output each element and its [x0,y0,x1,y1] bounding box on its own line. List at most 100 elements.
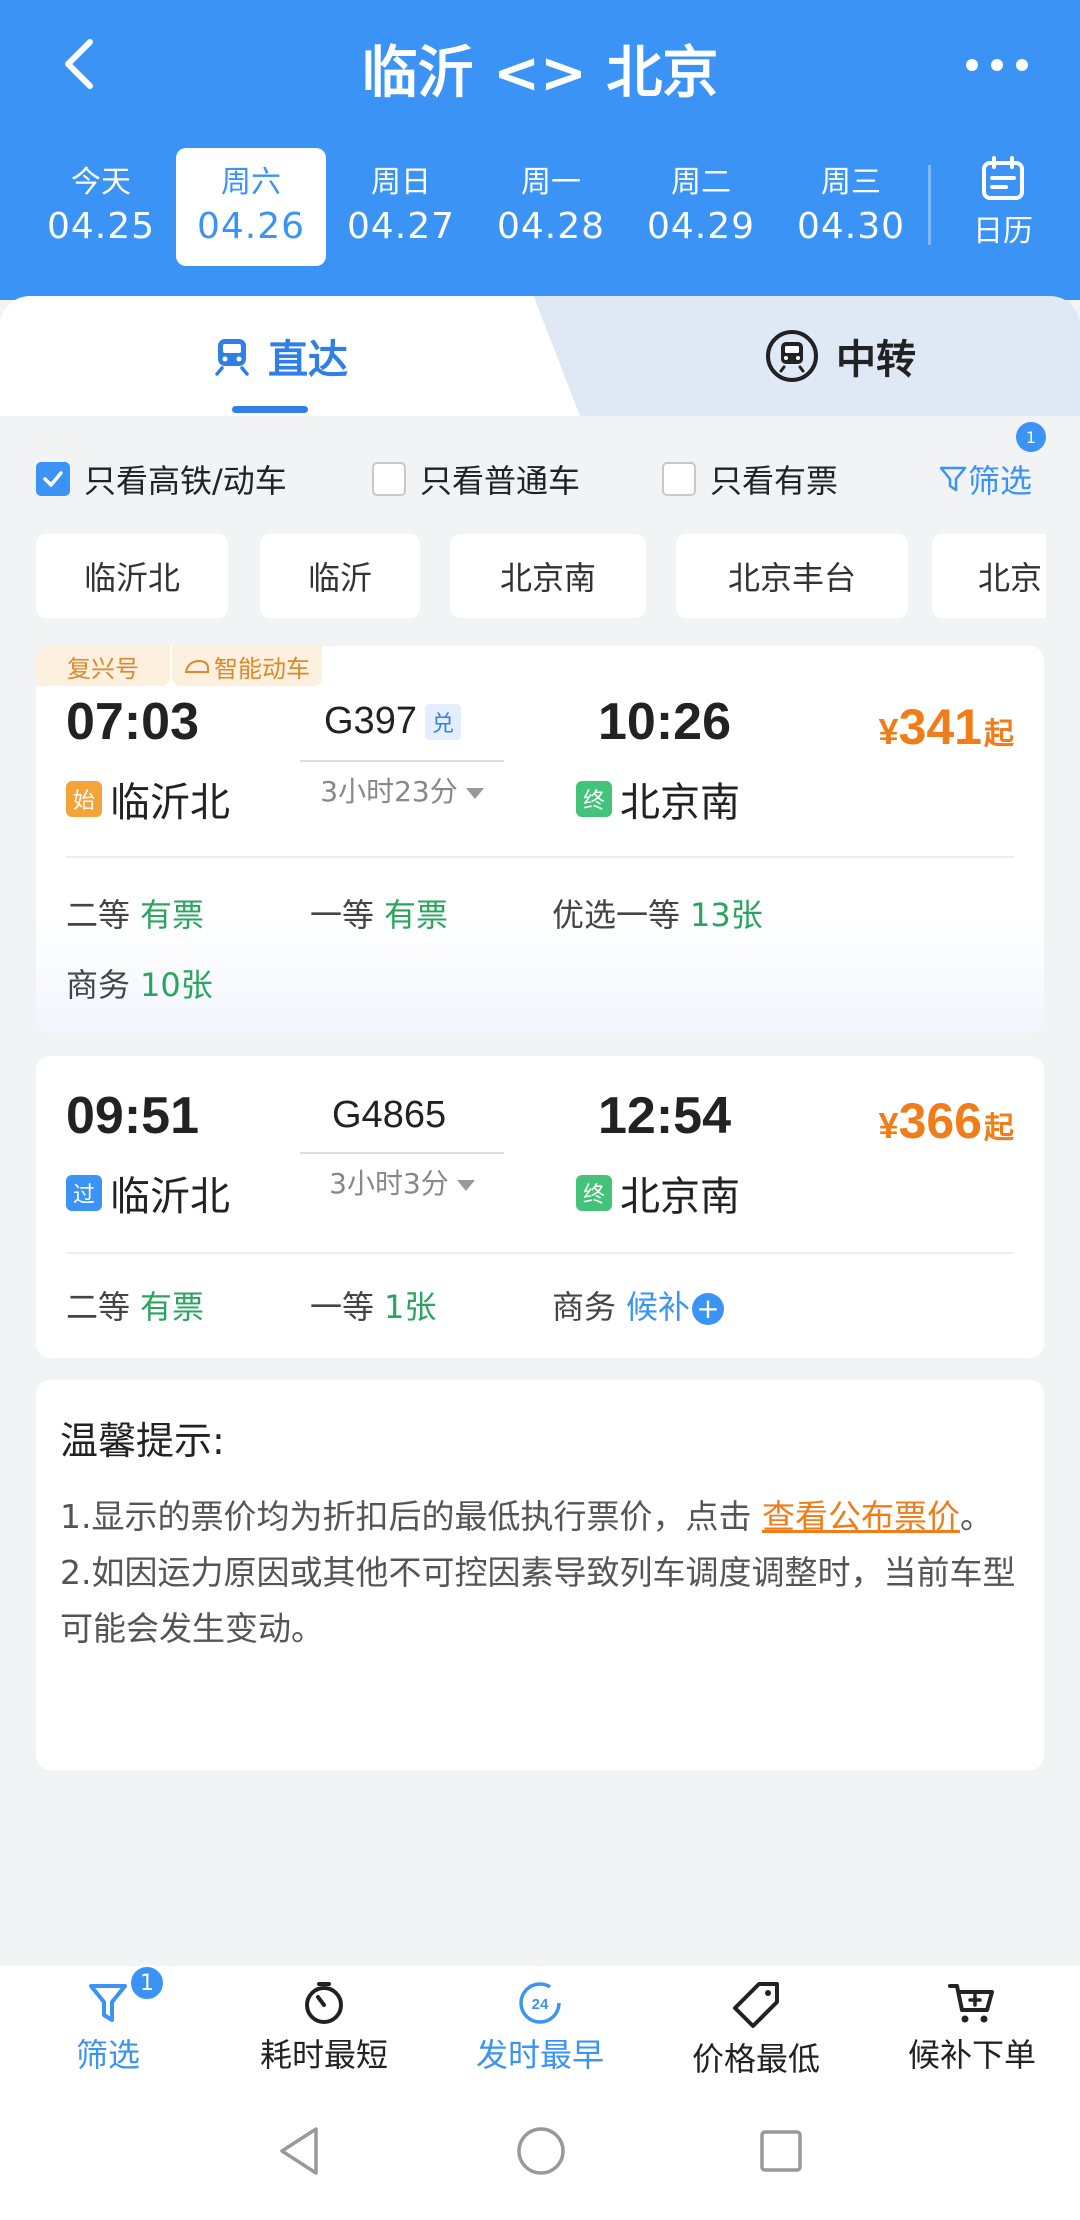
tag-smart-emu-label: 智能动车 [214,654,310,683]
seat-name: 一等 [310,896,375,934]
header: 临沂 <> 北京 今天 04.25 周六 04.26 周日 04.27 周一 04.28… [0,0,1080,300]
date-item-0425[interactable]: 今天 04.25 [26,148,176,266]
notice-title: 温馨提示: [60,1419,225,1463]
caret-down-icon [456,1179,475,1191]
sort-lowest-price-label: 价格最低 [691,2040,820,2078]
date-value: 04.27 [346,206,456,247]
plus-circle-icon[interactable]: + [692,1293,725,1325]
arrive-time: 10:26 [598,693,731,751]
date-item-0428[interactable]: 周一 04.28 [476,148,626,266]
filter-normal[interactable]: 只看普通车 [372,456,580,502]
date-item-0430[interactable]: 周三 04.30 [776,148,926,266]
card-divider [66,1252,1014,1254]
pass-badge: 过 [66,1175,102,1211]
station-chip-beijing-fengtai[interactable]: 北京丰台 [676,534,908,618]
date-value: 04.30 [796,206,906,247]
train-number: G397 兑 [324,700,461,743]
depart-station: 始 临沂北 [66,770,230,828]
date-weekday: 周六 [221,165,281,200]
sort-earliest-departure[interactable]: 24 发时最早 [432,1966,648,2082]
caret-down-icon [465,787,484,799]
sort-lowest-price[interactable]: 价格最低 [648,1966,864,2082]
date-divider [928,165,931,245]
checkbox-empty-icon [662,462,696,496]
filter-button[interactable]: 筛选 [938,456,1032,502]
tag-smart-emu: 智能动车 [172,646,322,686]
transfer-train-icon [764,328,820,384]
date-weekday: 周日 [371,165,431,200]
sort-shortest-duration[interactable]: 耗时最短 [216,1966,432,2082]
station-chip-linyi-north[interactable]: 临沂北 [36,534,228,618]
calendar-button[interactable]: 日历 [958,156,1048,256]
filter-available[interactable]: 只看有票 [662,456,838,502]
price-symbol: ¥ [878,711,899,752]
depart-station-name: 临沂北 [110,780,230,826]
date-weekday: 周三 [821,165,881,200]
clock-24-icon: 24 [519,1982,561,2024]
sort-earliest-label: 发时最早 [475,2036,604,2074]
waitlist-order-button[interactable]: 候补下单 [864,1966,1080,2082]
duration[interactable]: 3小时23分 [300,760,504,810]
seat-status: 10张 [140,966,213,1004]
duration-text: 3小时3分 [329,1167,449,1200]
tab-direct[interactable]: 直达 [170,296,390,416]
date-item-0429[interactable]: 周二 04.29 [626,148,776,266]
svg-text:24: 24 [532,1996,549,2013]
nav-back-icon[interactable] [276,2125,324,2177]
date-weekday: 今天 [71,165,131,200]
station-chip-linyi[interactable]: 临沂 [260,534,420,618]
seat-status: 有票 [140,896,205,934]
train-card-g397[interactable]: 复兴号 智能动车 07:03 始 临沂北 G397 兑 3小时23分 10:26… [36,646,1044,1034]
price-suffix: 起 [984,718,1014,751]
depart-station: 过 临沂北 [66,1164,230,1222]
tab-transfer[interactable]: 中转 [720,296,960,416]
train-card-g4865[interactable]: 09:51 过 临沂北 G4865 3小时3分 12:54 终 北京南 ¥ 36… [36,1056,1044,1358]
date-value: 04.25 [46,206,156,247]
seat-first-class: 一等 1张 [310,1282,436,1328]
train-number-text: G397 [324,700,417,742]
date-weekday: 周二 [671,165,731,200]
calendar-label: 日历 [973,214,1033,249]
duration[interactable]: 3小时3分 [300,1152,504,1202]
seat-name: 优选一等 [552,896,681,934]
seat-status: 有票 [384,896,449,934]
price-tag-icon [733,1982,779,2028]
train-nose-icon [184,659,209,673]
bottom-filter-label: 筛选 [75,2036,140,2074]
nav-home-icon[interactable] [515,2125,567,2177]
station-chip-beijing-south[interactable]: 北京南 [450,534,646,618]
seat-business-class[interactable]: 商务 候补 + [552,1282,725,1328]
page-title: 临沂 <> 北京 [361,41,719,106]
station-chip-beijing[interactable]: 北京 [932,534,1046,618]
notice-panel: 温馨提示: 1.显示的票价均为折扣后的最低执行票价，点击 查看公布票价。 2.如… [36,1380,1044,1770]
date-weekday: 周一 [521,165,581,200]
filter-high-speed[interactable]: 只看高铁/动车 [36,456,287,502]
seat-business-class: 商务 10张 [66,960,213,1006]
more-button[interactable] [962,40,1032,90]
price-value: 341 [898,699,982,755]
timer-icon [305,1982,343,2024]
notice-item-1-suffix: 。 [959,1497,993,1536]
bottom-sort-bar: 筛选 1 耗时最短 24 发时最早 价格最低 候补下单 [0,1964,1080,2082]
cart-plus-icon [948,1984,994,2023]
date-value: 04.29 [646,206,756,247]
train-number: G4865 [332,1094,446,1137]
sort-shortest-label: 耗时最短 [259,2036,388,2074]
station-chip-row: 临沂北 临沂 北京南 北京丰台 北京 [36,534,1046,620]
seat-status: 13张 [690,896,763,934]
date-selector: 今天 04.25 周六 04.26 周日 04.27 周一 04.28 周二 04.29 … [26,148,926,266]
train-number-text: G4865 [332,1094,447,1136]
date-item-0427[interactable]: 周日 04.27 [326,148,476,266]
nav-recents-icon[interactable] [758,2128,804,2174]
bottom-filter-button[interactable]: 筛选 1 [0,1964,216,2082]
tab-active-indicator [232,406,308,413]
date-item-0426[interactable]: 周六 04.26 [176,148,326,266]
view-published-fare-link[interactable]: 查看公布票价 [762,1497,960,1536]
filter-count-badge: 1 [1016,422,1046,452]
exchange-badge: 兑 [424,703,461,740]
filter-button-label: 筛选 [967,462,1032,500]
price-symbol: ¥ [878,1105,899,1146]
more-dots-icon [966,59,1028,71]
end-badge: 终 [576,781,612,817]
arrive-station: 终 北京南 [576,770,740,828]
